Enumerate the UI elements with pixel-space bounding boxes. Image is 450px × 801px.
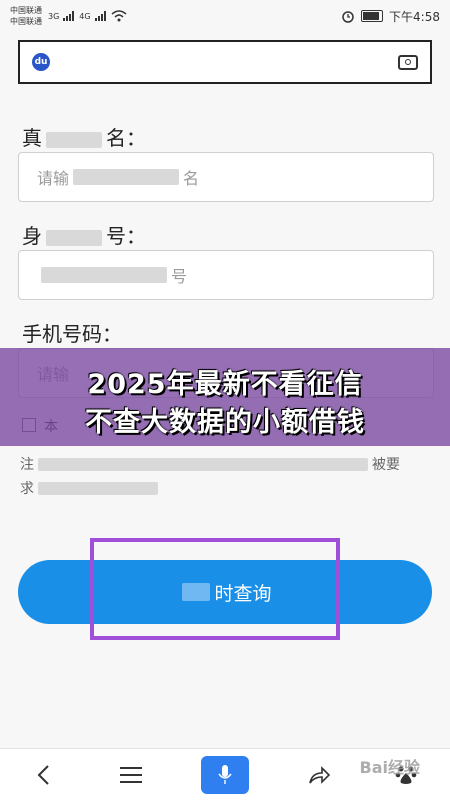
overlay-line-1: 2025年最新不看征信 [87,369,363,400]
highlight-annotation [90,538,340,640]
signal-icon-2 [94,11,106,21]
redacted-block [38,457,368,471]
id-label: 身 号： [22,220,146,249]
note-continuation: 求 [20,481,34,497]
alarm-icon [342,11,354,23]
redacted-block [41,267,167,283]
note-start: 注 [20,457,34,473]
name-label: 真 名： [22,122,146,151]
back-icon[interactable] [26,757,62,793]
microphone-icon[interactable] [200,756,249,794]
wifi-icon [111,10,127,22]
redacted-block [46,131,102,148]
status-time: 下午4:58 [389,9,440,24]
id-label-end: 号： [106,224,146,248]
menu-icon[interactable] [113,757,149,793]
status-bar: 中国联通 中国联通 3G 4G 下午4:58 [0,0,450,32]
signal-1-label: 3G [48,11,60,21]
id-input[interactable]: 号 [18,250,434,300]
id-label-start: 身 [22,224,42,248]
baidu-paw-icon: du [32,53,50,71]
signal-icon [63,11,75,21]
overlay-line-2: 不查大数据的小额借钱 [85,407,365,438]
watermark: Bai经验 [359,758,420,777]
name-placeholder-end: 名 [183,169,200,188]
redacted-block [38,481,158,495]
carrier-labels: 中国联通 中国联通 [10,5,42,27]
status-right: 下午4:58 [341,8,440,25]
name-placeholder-start: 请输 [37,169,70,188]
phone-label: 手机号码： [22,322,122,346]
redacted-block [46,229,102,246]
id-placeholder-end: 号 [171,267,188,286]
camera-icon[interactable] [398,54,418,70]
name-label-end: 名： [106,126,146,150]
search-bar[interactable]: du [18,40,432,84]
signal-2-label: 4G [79,11,91,21]
share-icon[interactable] [301,757,337,793]
battery-icon [361,10,384,22]
name-input[interactable]: 请输 名 [18,152,434,202]
carrier-2: 中国联通 [10,17,42,26]
note-line-2: 求 [20,478,162,498]
note-line-1: 注 被要 [20,454,400,474]
name-label-start: 真 [22,126,42,150]
redacted-block [73,169,180,185]
signal-indicators: 3G 4G [48,10,127,22]
carrier-1: 中国联通 [10,6,42,15]
note-end: 被要 [372,457,400,473]
